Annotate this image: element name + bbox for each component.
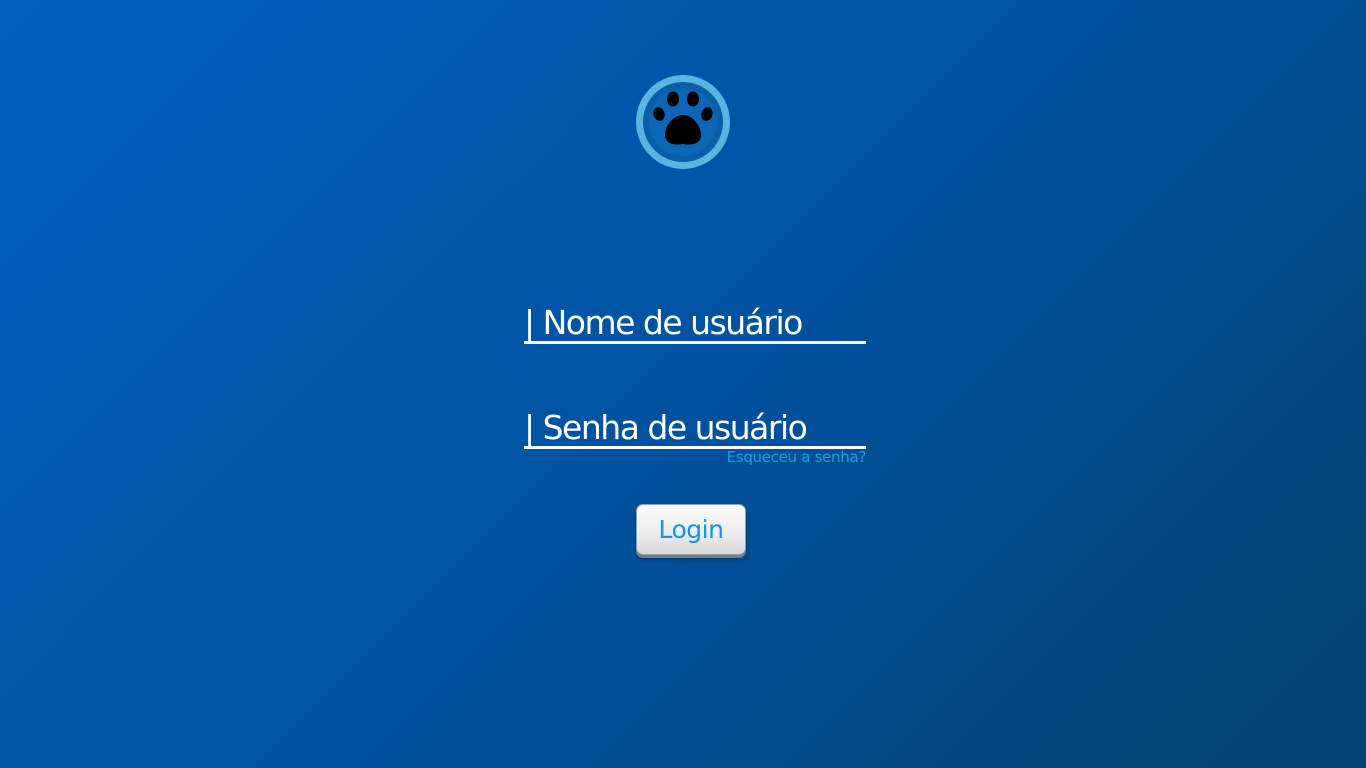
paw-icon (636, 75, 730, 169)
paw-logo (635, 74, 731, 170)
login-button[interactable]: Login (636, 504, 746, 555)
password-field[interactable] (524, 409, 866, 449)
username-field[interactable] (524, 304, 866, 344)
username-input[interactable] (524, 304, 866, 341)
password-input[interactable] (524, 409, 866, 446)
forgot-password-link[interactable]: Esqueceu a senha? (727, 448, 867, 466)
